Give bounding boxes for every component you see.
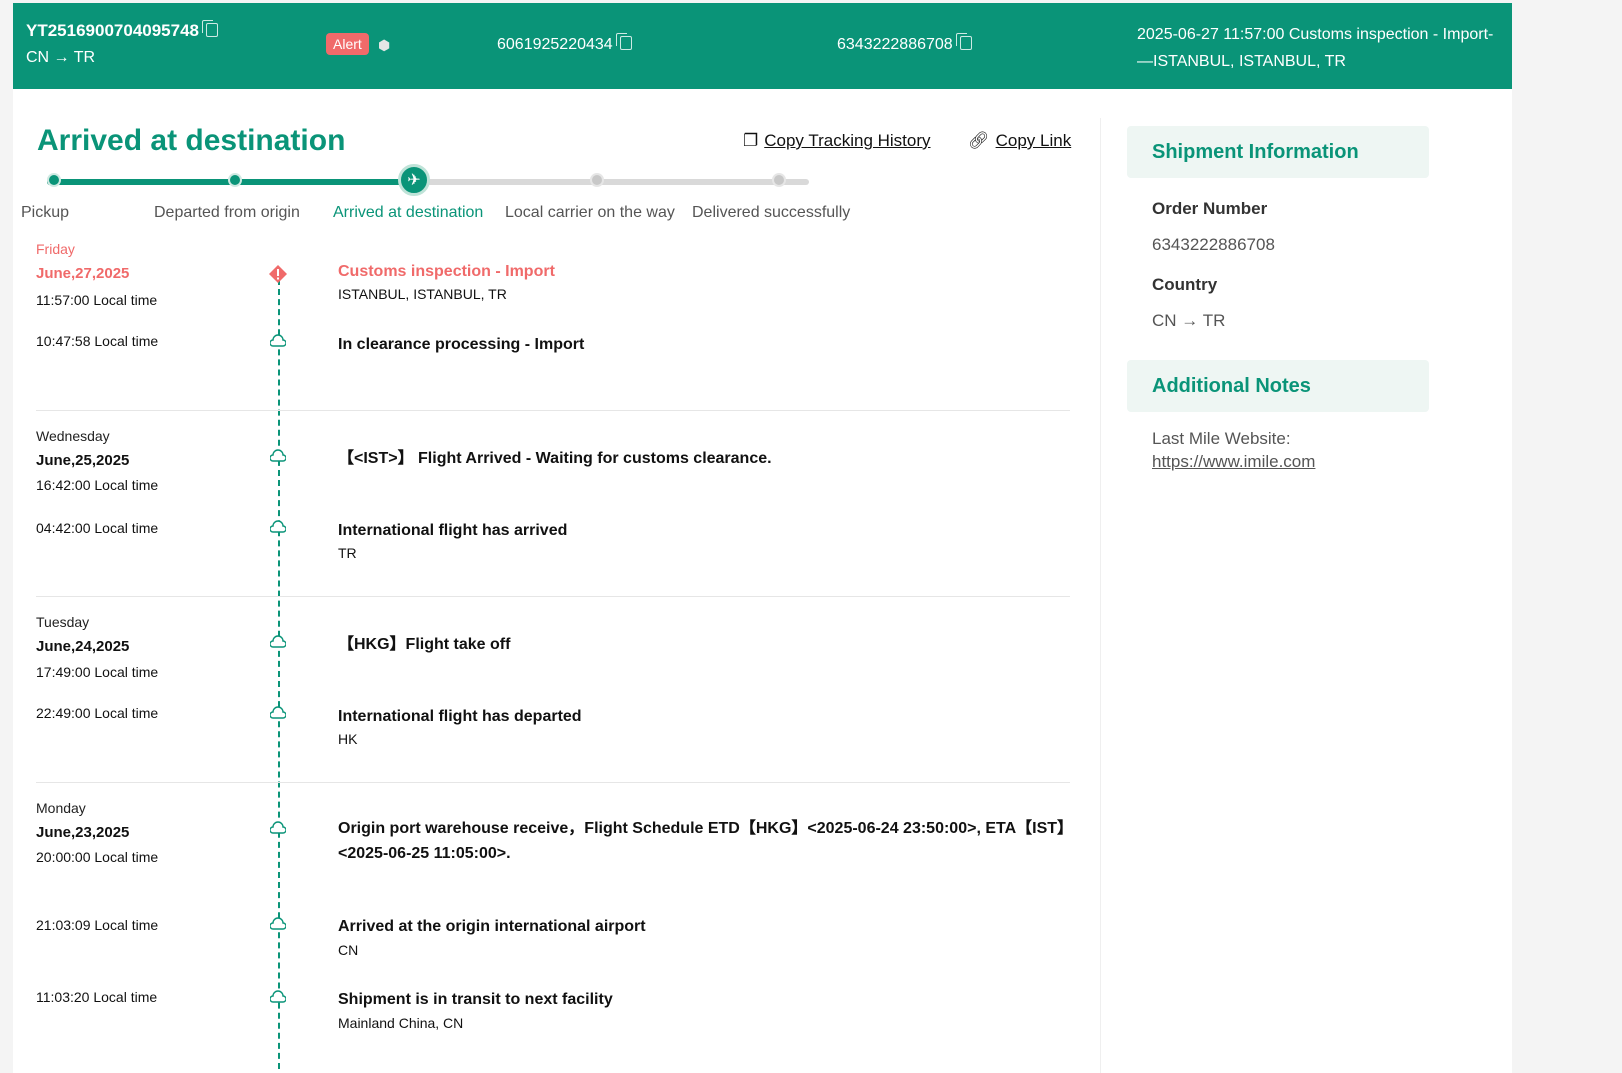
event-location: CN [338, 942, 359, 958]
event-title: Arrived at the origin international airp… [338, 918, 646, 935]
event-location: Mainland China, CN [338, 1015, 464, 1031]
copy-icon[interactable] [955, 33, 972, 50]
route: CN → TR [26, 49, 96, 66]
step-label-arrived: Arrived at destination [333, 204, 484, 221]
step-label-delivered: Delivered successfully [692, 204, 851, 221]
copy-icon: ❐ [743, 131, 759, 150]
last-mile-link[interactable]: https://www.imile.com [1152, 452, 1315, 472]
day-weekday: Wednesday [36, 428, 110, 444]
plane-landing-icon: ✈ [407, 172, 421, 189]
event-location: HK [338, 731, 358, 747]
copy-link-label: Copy Link [995, 131, 1072, 150]
last-mile-label: Last Mile Website: [1152, 429, 1291, 448]
cloud-icon [270, 917, 286, 931]
day-separator [36, 596, 1070, 597]
day-weekday: Tuesday [36, 614, 90, 630]
event-title: International flight has departed [338, 708, 582, 725]
country-label: Country [1152, 275, 1218, 294]
copy-icon[interactable] [615, 33, 632, 50]
step-label-local-carrier: Local carrier on the way [505, 204, 675, 221]
latest-status: 2025-06-27 11:57:00 Customs inspection -… [1137, 26, 1494, 70]
tracking-number: YT2516900704095748 [26, 20, 218, 41]
order-number-value: 6343222886708 [1152, 235, 1275, 254]
event-time: 04:42:00 Local time [36, 520, 159, 536]
event-title: In clearance processing - Import [338, 336, 585, 353]
reference-id-1: 6061925220434 [497, 33, 632, 54]
event-time: 22:49:00 Local time [36, 705, 159, 721]
cloud-icon [270, 520, 286, 534]
day-separator [36, 782, 1070, 783]
progress-track: ✈ [47, 164, 809, 196]
alert-icon [268, 264, 288, 284]
reference-id-2: 6343222886708 [837, 33, 972, 54]
reference-id-1-text: 6061925220434 [497, 36, 613, 53]
copy-tracking-history-link[interactable]: ❐ Copy Tracking History [743, 131, 931, 151]
copy-icon[interactable] [202, 20, 218, 37]
order-number-label: Order Number [1152, 199, 1268, 218]
step-label-pickup: Pickup [21, 204, 70, 221]
event-title: International flight has arrived [338, 522, 568, 539]
link-icon: 🔗︎ [968, 131, 990, 150]
shipment-info-heading: Shipment Information [1127, 126, 1429, 178]
event-title: 【<IST>】 Flight Arrived - Waiting for cus… [338, 450, 772, 467]
cloud-icon [270, 635, 286, 649]
tracking-number-text: YT2516900704095748 [26, 21, 199, 40]
day-date: June,24,2025 [36, 638, 130, 655]
step-node-delivered [772, 173, 786, 187]
package-icon: ⬢ [378, 37, 391, 53]
event-time: 11:03:20 Local time [36, 989, 158, 1005]
day-separator [36, 410, 1070, 411]
cloud-icon [270, 334, 286, 348]
event-time: 21:03:09 Local time [36, 917, 159, 933]
step-node-local-carrier [590, 173, 604, 187]
timeline-line [278, 279, 280, 1073]
copy-tracking-history-label: Copy Tracking History [764, 131, 931, 150]
day-date: June,23,2025 [36, 824, 130, 841]
tracking-header: YT2516900704095748 CN → TR Alert ⬢ 60619… [13, 3, 1512, 89]
day-date: June,25,2025 [36, 452, 130, 469]
day-date: June,27,2025 [36, 265, 130, 282]
step-node-arrived: ✈ [398, 164, 430, 196]
cloud-icon [270, 990, 286, 1004]
cloud-icon [270, 821, 286, 835]
event-location: ISTANBUL, ISTANBUL, TR [338, 286, 507, 302]
event-time: 11:57:00 Local time [36, 292, 158, 308]
step-label-departed: Departed from origin [154, 204, 300, 221]
event-time: 16:42:00 Local time [36, 477, 159, 493]
cloud-icon [270, 449, 286, 463]
copy-link-button[interactable]: 🔗︎ Copy Link [968, 131, 1071, 151]
alert-badge: Alert [326, 33, 369, 55]
day-weekday: Friday [36, 241, 75, 257]
event-title: Shipment is in transit to next facility [338, 991, 613, 1008]
day-weekday: Monday [36, 800, 86, 816]
event-location: TR [338, 545, 357, 561]
event-time: 20:00:00 Local time [36, 849, 159, 865]
step-node-departed [228, 173, 242, 187]
event-title: Origin port warehouse receive，Flight Sch… [338, 820, 1066, 862]
cloud-icon [270, 706, 286, 720]
additional-notes-heading: Additional Notes [1127, 360, 1429, 412]
event-title: Customs inspection - Import [338, 263, 555, 280]
reference-id-2-text: 6343222886708 [837, 36, 953, 53]
event-time: 17:49:00 Local time [36, 664, 159, 680]
status-title: Arrived at destination [37, 124, 346, 157]
event-title: 【HKG】Flight take off [338, 636, 511, 653]
tracking-card: YT2516900704095748 CN → TR Alert ⬢ 60619… [13, 3, 1512, 1073]
country-value: CN → TR [1152, 311, 1226, 330]
event-time: 10:47:58 Local time [36, 333, 159, 349]
step-node-pickup [47, 173, 61, 187]
panel-divider [1100, 118, 1101, 1073]
